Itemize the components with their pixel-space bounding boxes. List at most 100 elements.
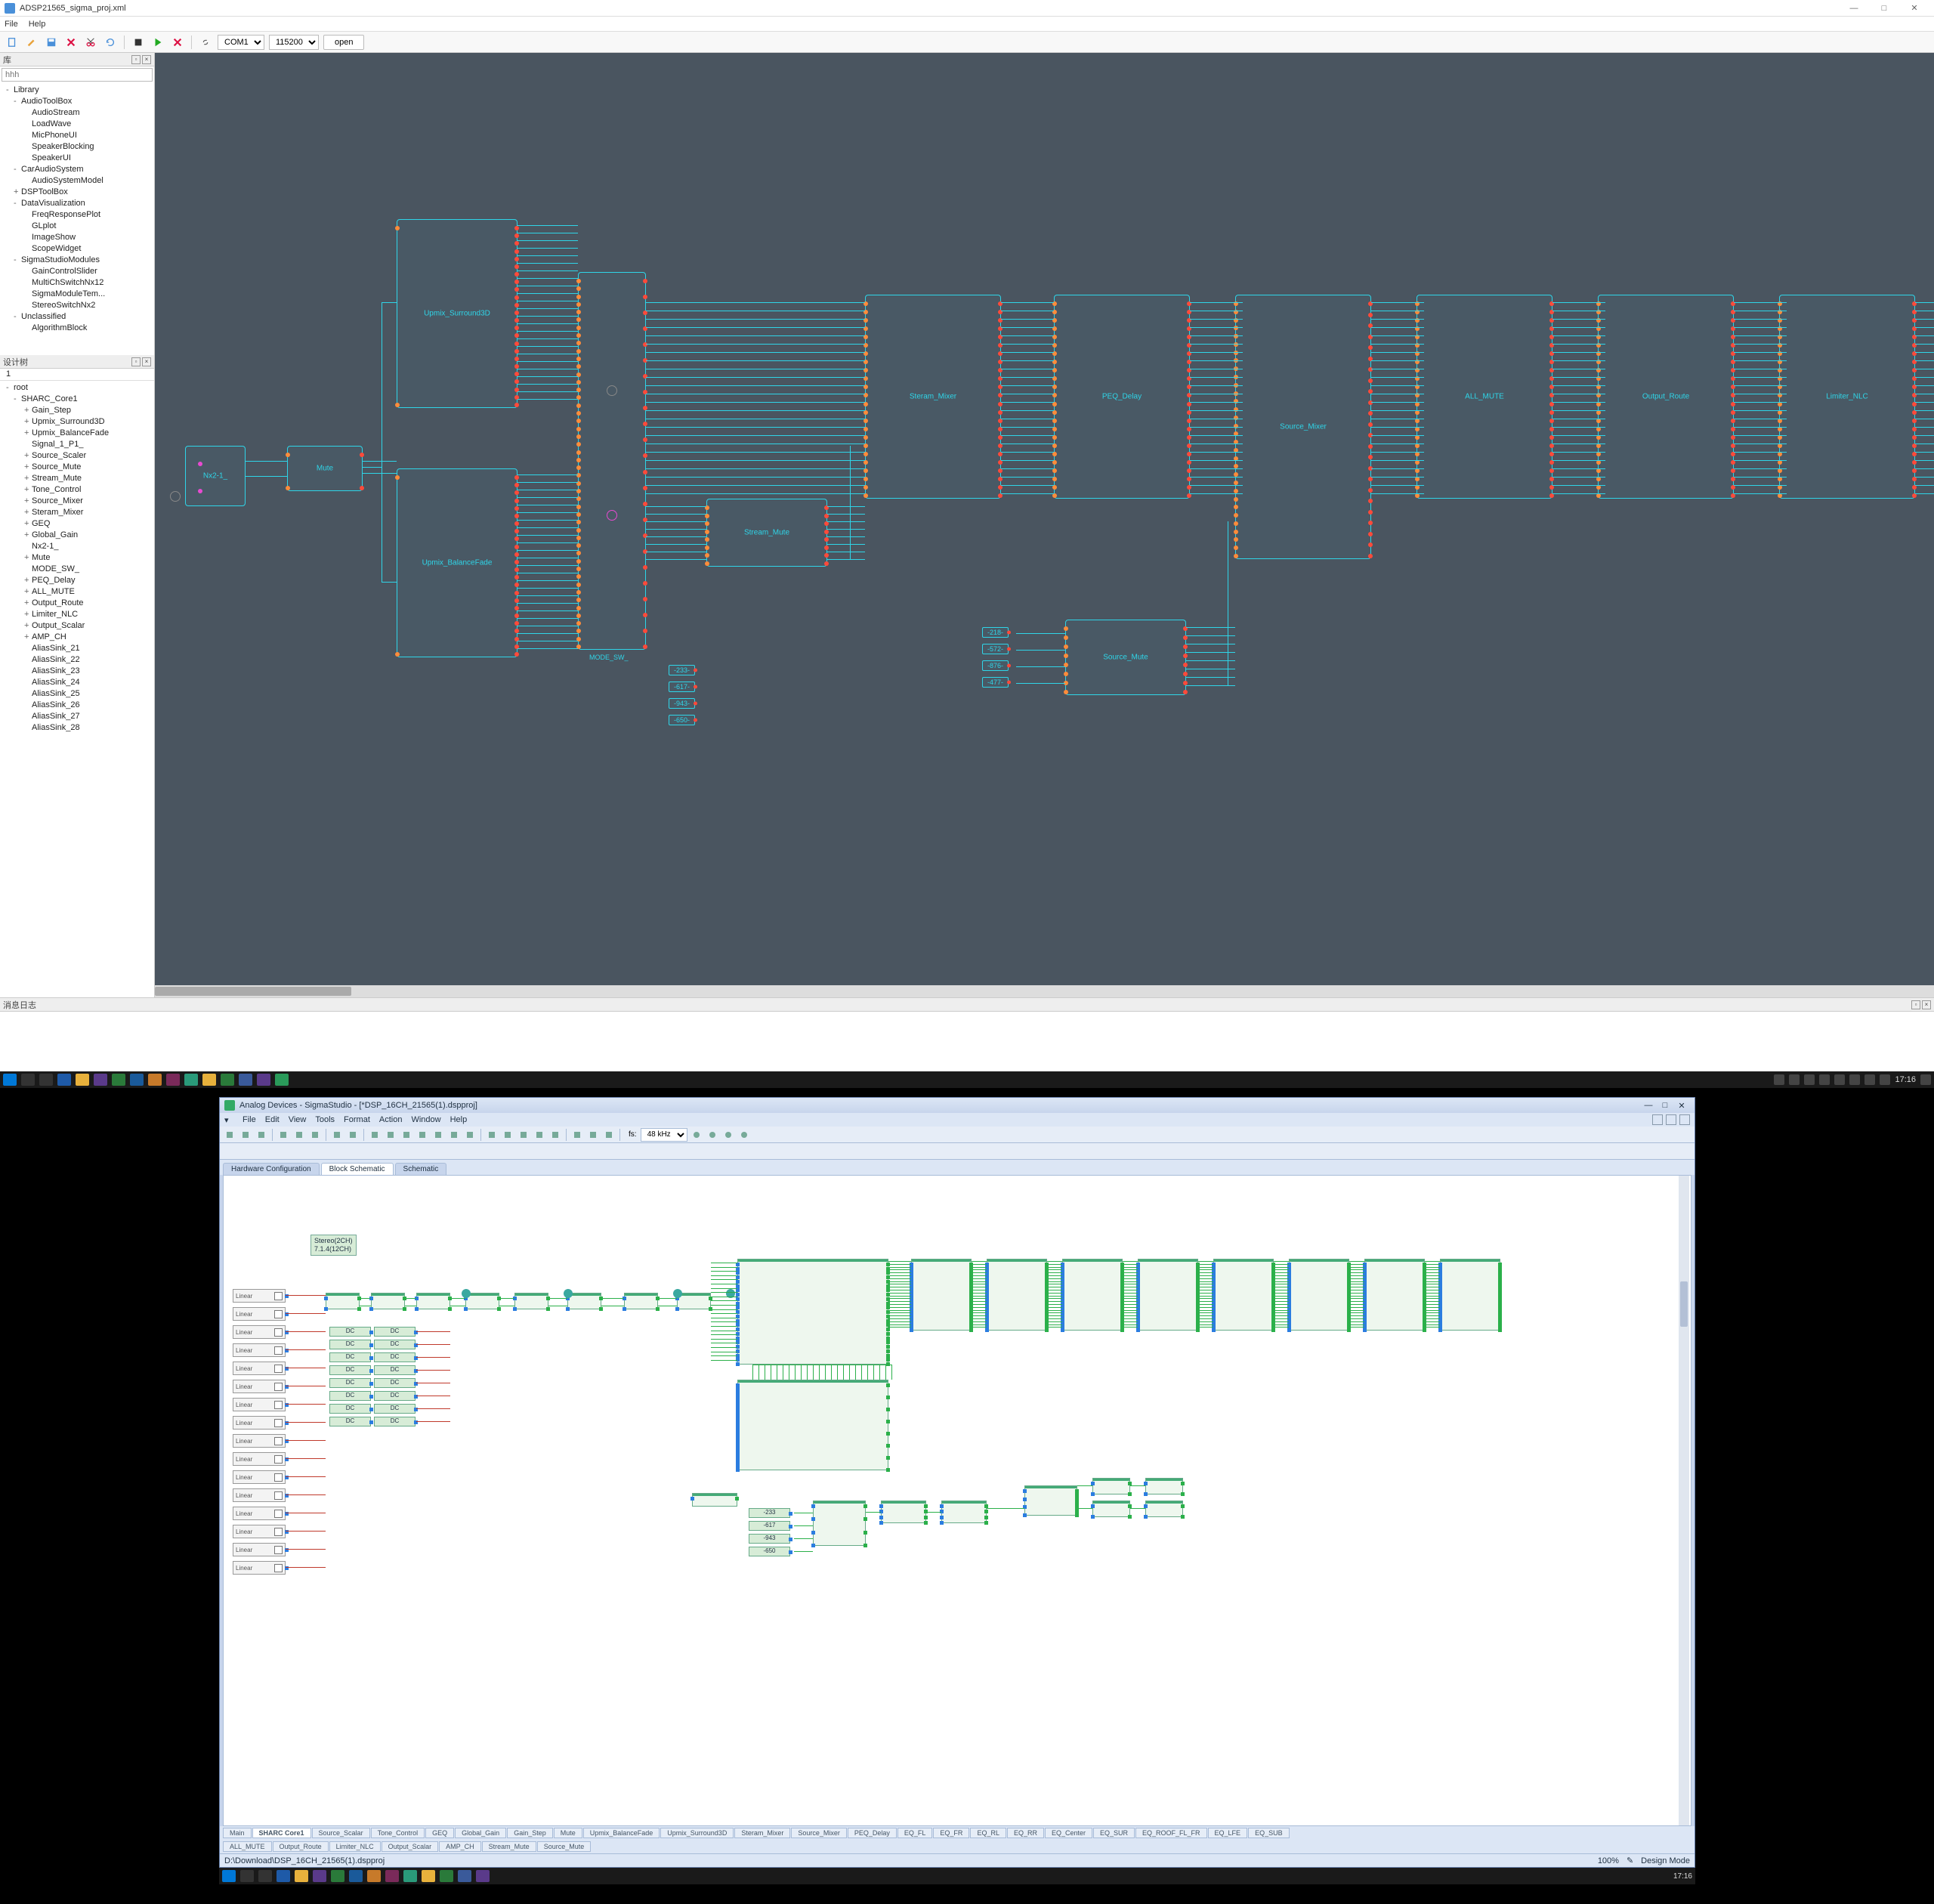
tall-block-0[interactable] xyxy=(911,1259,972,1331)
tree-item[interactable]: AliasSink_26 xyxy=(0,700,154,711)
b9-icon[interactable] xyxy=(501,1128,514,1142)
compile-icon[interactable] xyxy=(131,35,146,50)
tree-item[interactable]: +Output_Route xyxy=(0,598,154,609)
b11-icon[interactable] xyxy=(533,1128,546,1142)
status-zoom[interactable]: 100% xyxy=(1598,1856,1619,1865)
app-icon-1[interactable] xyxy=(94,1074,107,1086)
app-icon[interactable] xyxy=(422,1870,435,1882)
rm-1[interactable] xyxy=(1024,1485,1077,1516)
linear-item[interactable]: Linear xyxy=(233,1452,286,1466)
tree-item[interactable]: SpeakerBlocking xyxy=(0,141,154,153)
tab-schematic[interactable]: Schematic xyxy=(395,1163,447,1175)
tree-item[interactable]: Signal_1_P1_ xyxy=(0,439,154,450)
tab-Upmix_BalanceFade[interactable]: Upmix_BalanceFade xyxy=(583,1828,660,1838)
tab-Mute[interactable]: Mute xyxy=(554,1828,582,1838)
tree-item[interactable]: AliasSink_24 xyxy=(0,677,154,688)
tree-item[interactable]: MODE_SW_ xyxy=(0,564,154,575)
tray-icon[interactable] xyxy=(1849,1074,1860,1085)
linear-item[interactable]: Linear xyxy=(233,1561,286,1575)
mid-mixer[interactable] xyxy=(813,1501,866,1546)
tree-item[interactable]: +Source_Mute xyxy=(0,462,154,473)
chain-block-3[interactable] xyxy=(465,1293,499,1309)
tab-EQ_RR[interactable]: EQ_RR xyxy=(1007,1828,1044,1838)
baud-select[interactable]: 115200 xyxy=(269,35,319,50)
linear-item[interactable]: Linear xyxy=(233,1289,286,1303)
delete-icon[interactable] xyxy=(63,35,79,50)
tree-item[interactable]: GLplot xyxy=(0,221,154,232)
tab-hardware[interactable]: Hardware Configuration xyxy=(223,1163,320,1175)
checkbox[interactable] xyxy=(274,1473,283,1482)
dc-value[interactable]: DC xyxy=(329,1378,371,1388)
block-upmix-balance[interactable]: Upmix_BalanceFade xyxy=(397,468,517,657)
menu-format[interactable]: Format xyxy=(344,1115,370,1124)
b12-icon[interactable] xyxy=(548,1128,562,1142)
block-mute[interactable]: Mute xyxy=(287,446,363,491)
dc-value[interactable]: DC xyxy=(329,1352,371,1362)
vertical-scrollbar[interactable] xyxy=(1679,1176,1689,1825)
bx2-icon[interactable] xyxy=(706,1128,719,1142)
tree-item[interactable]: -CarAudioSystem xyxy=(0,164,154,175)
design-tree[interactable]: -root -SHARC_Core1+Gain_Step+Upmix_Surro… xyxy=(0,381,154,997)
tall-block-7[interactable] xyxy=(1440,1259,1500,1331)
tab-Output_Route[interactable]: Output_Route xyxy=(273,1841,329,1852)
app-icon-6[interactable] xyxy=(184,1074,198,1086)
value-box[interactable]: -650- xyxy=(669,715,695,725)
app-icon-10[interactable] xyxy=(257,1074,270,1086)
tree-item[interactable]: -SigmaStudioModules xyxy=(0,255,154,266)
tab-PEQ_Delay[interactable]: PEQ_Delay xyxy=(848,1828,897,1838)
block-upmix-surround[interactable]: Upmix_Surround3D xyxy=(397,219,517,408)
open-button[interactable]: open xyxy=(323,35,364,50)
tree-item[interactable]: +Upmix_Surround3D xyxy=(0,416,154,428)
menu-window[interactable]: Window xyxy=(411,1115,440,1124)
maximize-button[interactable]: □ xyxy=(1657,1101,1673,1110)
tab-ALL_MUTE[interactable]: ALL_MUTE xyxy=(223,1841,272,1852)
linear-item[interactable]: Linear xyxy=(233,1380,286,1393)
app-icon-7[interactable] xyxy=(202,1074,216,1086)
tab-Source_Mute[interactable]: Source_Mute xyxy=(537,1841,592,1852)
explorer-icon[interactable] xyxy=(76,1074,89,1086)
maximize-button[interactable]: □ xyxy=(1869,4,1899,13)
tree-item[interactable]: AliasSink_22 xyxy=(0,654,154,666)
tree-item[interactable]: -DataVisualization xyxy=(0,198,154,209)
minimize-button[interactable]: — xyxy=(1839,4,1869,13)
cut-icon[interactable] xyxy=(83,35,98,50)
tree-item[interactable]: AliasSink_21 xyxy=(0,643,154,654)
tree-item[interactable]: AliasSink_27 xyxy=(0,711,154,722)
panel-pin-icon[interactable]: ▫ xyxy=(1911,1000,1920,1009)
copy-icon[interactable] xyxy=(292,1128,306,1142)
app-icon[interactable] xyxy=(458,1870,471,1882)
tree-item[interactable]: +Source_Mixer xyxy=(0,496,154,507)
tray-icon[interactable] xyxy=(1774,1074,1784,1085)
app-icon-3[interactable] xyxy=(130,1074,144,1086)
dc-value[interactable]: -650 xyxy=(749,1547,790,1556)
checkbox[interactable] xyxy=(274,1546,283,1554)
tree-item[interactable]: AudioSystemModel xyxy=(0,175,154,187)
tab-EQ_Center[interactable]: EQ_Center xyxy=(1045,1828,1092,1838)
tall-block-1[interactable] xyxy=(987,1259,1047,1331)
taskbar-top[interactable]: 17:16 xyxy=(0,1071,1934,1088)
dc-value[interactable]: DC xyxy=(374,1352,416,1362)
app-icon[interactable] xyxy=(385,1870,399,1882)
open-icon[interactable] xyxy=(239,1128,252,1142)
minimize-button[interactable]: — xyxy=(1640,1101,1657,1110)
block-stream-mute[interactable]: Stream_Mute xyxy=(706,499,827,567)
edge-icon[interactable] xyxy=(57,1074,71,1086)
app-icon-9[interactable] xyxy=(239,1074,252,1086)
mid-2[interactable] xyxy=(881,1501,926,1523)
tall-block-4[interactable] xyxy=(1213,1259,1274,1331)
tree-item[interactable]: +DSPToolBox xyxy=(0,187,154,198)
tab-Stream_Mute[interactable]: Stream_Mute xyxy=(482,1841,536,1852)
paste-icon[interactable] xyxy=(308,1128,322,1142)
panel-close-icon[interactable]: × xyxy=(142,357,151,366)
block-source-mixer[interactable]: Source_Mixer xyxy=(1235,295,1371,559)
menu-view[interactable]: View xyxy=(289,1115,307,1124)
checkbox[interactable] xyxy=(274,1437,283,1445)
system-tray[interactable]: 17:16 xyxy=(1774,1074,1931,1085)
close-button[interactable]: ✕ xyxy=(1899,3,1929,13)
value-box[interactable]: -617- xyxy=(669,682,695,692)
edge-icon[interactable] xyxy=(277,1870,290,1882)
tray-icon[interactable] xyxy=(1864,1074,1875,1085)
value-box[interactable]: -943- xyxy=(669,698,695,709)
tree-item[interactable]: FreqResponsePlot xyxy=(0,209,154,221)
linear-item[interactable]: Linear xyxy=(233,1362,286,1375)
